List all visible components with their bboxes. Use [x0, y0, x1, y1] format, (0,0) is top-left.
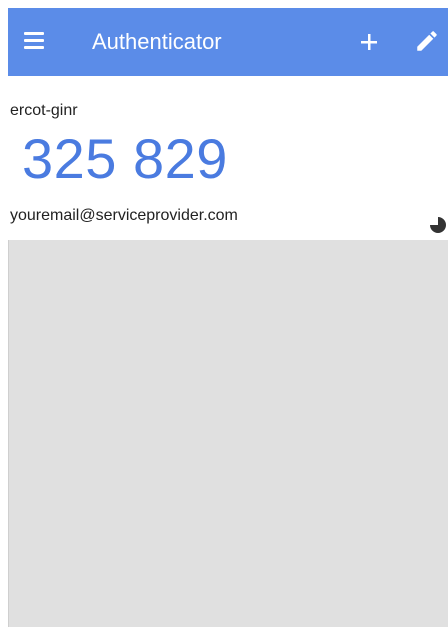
account-email-label: youremail@serviceprovider.com — [10, 207, 238, 224]
verification-code[interactable]: 325 829 — [22, 129, 228, 189]
issuer-label: ercot-ginr — [10, 102, 78, 119]
account-entry-card[interactable]: ercot-ginr 325 829 youremail@serviceprov… — [8, 76, 448, 240]
authenticator-screen: Authenticator ercot-ginr 325 829 yourema… — [8, 8, 448, 627]
app-title: Authenticator — [92, 29, 222, 54]
hamburger-menu-icon[interactable] — [24, 32, 44, 50]
countdown-pie-icon — [430, 217, 446, 233]
pencil-icon[interactable] — [414, 28, 440, 54]
app-bar: Authenticator — [8, 8, 448, 76]
plus-icon[interactable] — [357, 30, 381, 54]
left-edge-divider — [8, 240, 9, 627]
